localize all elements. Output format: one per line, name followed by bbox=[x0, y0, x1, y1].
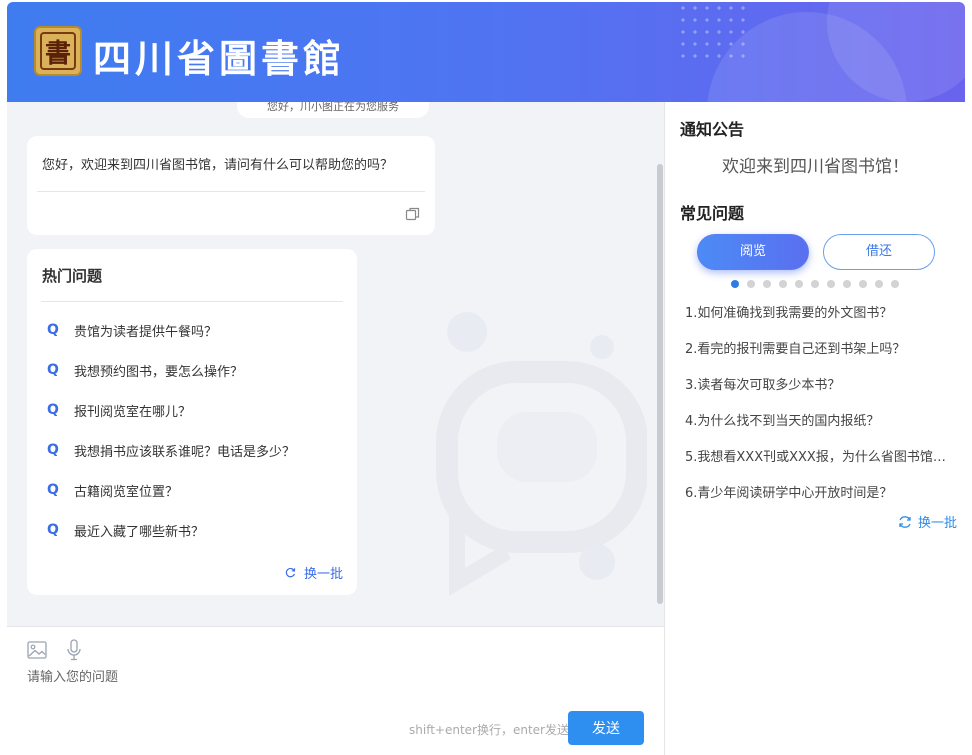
faq-item[interactable]: 2.看完的报刊需要自己还到书架上吗？ bbox=[685, 338, 957, 357]
greeting-message: 您好，欢迎来到四川省图书馆，请问有什么可以帮助您的吗？ bbox=[27, 136, 435, 235]
q-marker: Q bbox=[47, 442, 59, 458]
pager-dot[interactable] bbox=[843, 280, 851, 288]
q-marker: Q bbox=[47, 402, 59, 418]
faq-item[interactable]: 1.如何准确找到我需要的外文图书？ bbox=[685, 302, 957, 321]
notice-title: 通知公告 bbox=[680, 120, 745, 139]
hot-question-text: 最近入藏了哪些新书？ bbox=[74, 524, 205, 540]
hot-question-text: 古籍阅览室位置？ bbox=[74, 484, 179, 500]
hot-question-item[interactable]: Q 报刊阅览室在哪儿？ bbox=[47, 399, 191, 421]
faq-item[interactable]: 4.为什么找不到当天的国内报纸？ bbox=[685, 410, 957, 429]
info-sidebar: 通知公告 欢迎来到四川省图书馆！ 常见问题 阅览 借还 1.如何准确找到我需要的… bbox=[664, 102, 965, 755]
microphone-icon[interactable] bbox=[66, 639, 82, 661]
library-seal-logo: 書 bbox=[34, 26, 82, 76]
hot-question-text: 报刊阅览室在哪儿？ bbox=[74, 404, 192, 420]
refresh-icon bbox=[285, 567, 296, 578]
hot-question-text: 贵馆为读者提供午餐吗？ bbox=[74, 324, 218, 340]
divider bbox=[41, 301, 343, 302]
hot-refresh-label: 换一批 bbox=[303, 567, 343, 582]
hot-question-text: 我想预约图书，要怎么操作？ bbox=[74, 364, 244, 380]
hot-question-item[interactable]: Q 我想捐书应该联系谁呢？电话是多少？ bbox=[47, 439, 295, 461]
pager-dot[interactable] bbox=[747, 280, 755, 288]
message-composer: shift+enter换行，enter发送 发送 bbox=[7, 626, 664, 755]
faq-title: 常见问题 bbox=[680, 204, 745, 223]
faq-refresh-label: 换一批 bbox=[917, 516, 957, 531]
faq-pager bbox=[731, 280, 907, 288]
chat-app: 書 四川省圖書館 您好，川小图正在为您服务 您好，欢迎来到四川省图书馆，请问有什… bbox=[7, 2, 965, 755]
notice-text: 欢迎来到四川省图书馆！ bbox=[722, 157, 909, 177]
hot-questions-title: 热门问题 bbox=[42, 267, 103, 285]
hot-question-item[interactable]: Q 古籍阅览室位置？ bbox=[47, 479, 178, 501]
chat-panel[interactable]: 您好，川小图正在为您服务 您好，欢迎来到四川省图书馆，请问有什么可以帮助您的吗？… bbox=[7, 102, 664, 626]
q-marker: Q bbox=[47, 522, 59, 538]
copy-icon[interactable] bbox=[405, 206, 421, 222]
library-name-logo: 四川省圖書館 bbox=[93, 36, 346, 81]
pager-dot[interactable] bbox=[891, 280, 899, 288]
send-button[interactable]: 发送 bbox=[568, 711, 644, 745]
pager-dot[interactable] bbox=[875, 280, 883, 288]
refresh-icon bbox=[899, 515, 911, 528]
hot-question-item[interactable]: Q 最近入藏了哪些新书？ bbox=[47, 519, 204, 541]
pager-dot[interactable] bbox=[731, 280, 739, 288]
greeting-text: 您好，欢迎来到四川省图书馆，请问有什么可以帮助您的吗？ bbox=[42, 158, 394, 173]
tab-borrow-return[interactable]: 借还 bbox=[823, 234, 935, 270]
pager-dot[interactable] bbox=[827, 280, 835, 288]
tab-reading[interactable]: 阅览 bbox=[697, 234, 809, 270]
header-banner: 書 四川省圖書館 bbox=[7, 2, 965, 102]
hot-question-item[interactable]: Q 贵馆为读者提供午餐吗？ bbox=[47, 319, 217, 341]
pager-dot[interactable] bbox=[779, 280, 787, 288]
q-marker: Q bbox=[47, 322, 59, 338]
hot-question-text: 我想捐书应该联系谁呢？电话是多少？ bbox=[74, 444, 296, 460]
keyboard-hint: shift+enter换行，enter发送 bbox=[409, 723, 569, 737]
chat-scrollbar-thumb[interactable] bbox=[657, 164, 663, 604]
q-marker: Q bbox=[47, 482, 59, 498]
pager-dot[interactable] bbox=[763, 280, 771, 288]
robot-watermark-icon bbox=[436, 312, 647, 597]
faq-item[interactable]: 3.读者每次可取多少本书？ bbox=[685, 374, 957, 393]
pager-dot[interactable] bbox=[795, 280, 803, 288]
faq-item[interactable]: 5.我想看XXX刊或XXX报，为什么省图书馆没有？ bbox=[685, 446, 957, 465]
seal-character: 書 bbox=[40, 32, 76, 70]
header-dot-pattern bbox=[677, 2, 747, 62]
hot-question-item[interactable]: Q 我想预约图书，要怎么操作？ bbox=[47, 359, 243, 381]
hot-questions-card: 热门问题 Q 贵馆为读者提供午餐吗？ Q 我想预约图书，要怎么操作？ Q 报刊阅… bbox=[27, 249, 357, 595]
faq-refresh-button[interactable]: 换一批 bbox=[898, 512, 957, 531]
pager-dot[interactable] bbox=[811, 280, 819, 288]
pager-dot[interactable] bbox=[859, 280, 867, 288]
divider bbox=[37, 191, 425, 192]
system-status-pill: 您好，川小图正在为您服务 bbox=[237, 102, 429, 118]
faq-item[interactable]: 6.青少年阅读研学中心开放时间是？ bbox=[685, 482, 957, 501]
image-upload-icon[interactable] bbox=[27, 641, 47, 659]
hot-refresh-button[interactable]: 换一批 bbox=[285, 563, 343, 582]
q-marker: Q bbox=[47, 362, 59, 378]
question-input[interactable] bbox=[27, 665, 647, 689]
